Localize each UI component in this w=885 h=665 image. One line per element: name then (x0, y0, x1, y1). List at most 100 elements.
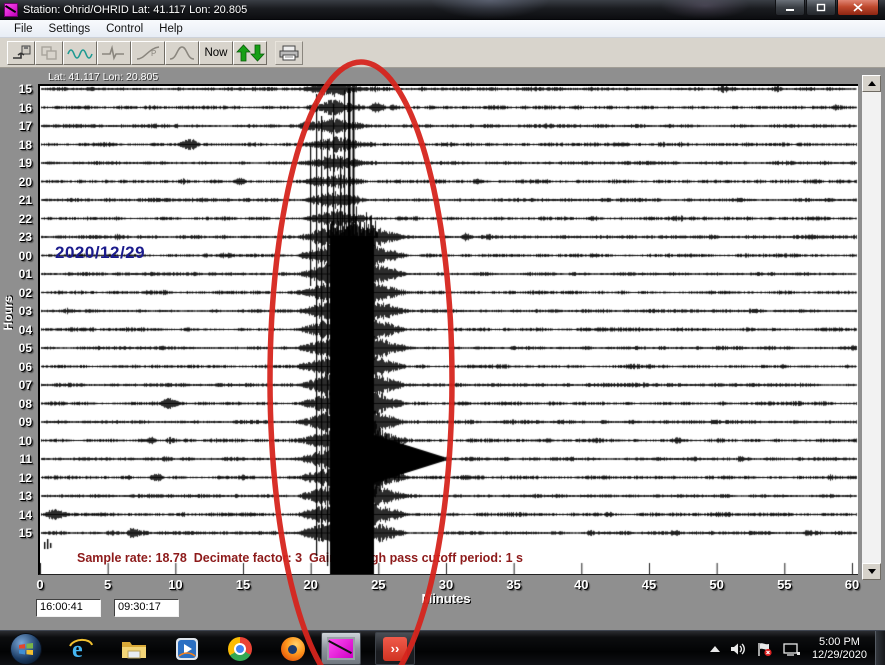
hour-label: 02 (0, 285, 32, 301)
hour-label: 11 (0, 451, 32, 467)
time-field-1[interactable]: 16:00:41 (36, 599, 101, 617)
hour-label: 17 (0, 118, 32, 134)
green-up-arrow-icon (235, 43, 265, 63)
hour-label: 07 (0, 377, 32, 393)
start-button[interactable] (10, 633, 42, 665)
hour-label: 10 (0, 433, 32, 449)
hour-label: 15 (0, 525, 32, 541)
hour-label: 18 (0, 137, 32, 153)
menu-item-file[interactable]: File (6, 22, 41, 36)
firefox-icon (281, 637, 305, 661)
volume-tray-icon[interactable] (729, 641, 747, 657)
hour-label: 20 (0, 174, 32, 190)
flag-alert-icon (756, 641, 773, 657)
helicorder-canvas[interactable] (40, 86, 858, 574)
minute-label: 55 (768, 577, 800, 592)
vertical-scrollbar[interactable] (862, 75, 881, 580)
hour-label: 09 (0, 414, 32, 430)
hour-label: 19 (0, 155, 32, 171)
taskbar-seismograph-app[interactable] (321, 632, 361, 665)
hour-label: 16 (0, 100, 32, 116)
hour-label: 05 (0, 340, 32, 356)
taskbar-recorder-app[interactable]: ›› (375, 632, 415, 665)
toolbar: P Now (0, 38, 885, 68)
minute-label: 5 (92, 577, 124, 592)
minute-label: 35 (498, 577, 530, 592)
minimize-icon (785, 3, 795, 12)
open-record-button[interactable] (7, 41, 35, 65)
taskbar-media-player[interactable] (173, 635, 201, 663)
show-hidden-icons-button[interactable] (710, 646, 720, 652)
screen: Station: Ohrid/OHRID Lat: 41.117 Lon: 20… (0, 0, 885, 665)
minute-label: 50 (701, 577, 733, 592)
speaker-icon (729, 641, 747, 657)
waveform-view-button[interactable] (63, 41, 97, 65)
menu-item-settings[interactable]: Settings (41, 22, 99, 36)
hour-label: 08 (0, 396, 32, 412)
hour-label: 22 (0, 211, 32, 227)
minute-label: 20 (295, 577, 327, 592)
hour-label: 15 (0, 81, 32, 97)
hour-label: 23 (0, 229, 32, 245)
hour-label: 00 (0, 248, 32, 264)
copy-button-disabled[interactable] (35, 41, 63, 65)
close-button[interactable] (837, 0, 879, 16)
scroll-up-down-buttons[interactable] (233, 41, 267, 65)
menubar: File Settings Control Help (0, 20, 885, 38)
gain-curve-icon: P (134, 44, 162, 62)
plot-coordinates-label: Lat: 41.117 Lon: 20.805 (48, 71, 158, 83)
minute-label: 0 (24, 577, 56, 592)
window-titlebar[interactable]: Station: Ohrid/OHRID Lat: 41.117 Lon: 20… (0, 0, 885, 20)
open-record-icon (10, 44, 32, 62)
taskbar-internet-explorer[interactable]: e (67, 635, 95, 663)
trigger-trace-icon (100, 44, 128, 62)
scroll-down-arrow-icon (868, 569, 876, 574)
gain-curve-button[interactable]: P (131, 41, 165, 65)
minute-label: 40 (565, 577, 597, 592)
network-tray-icon[interactable] (782, 641, 801, 657)
app-window-icon (4, 3, 18, 17)
menu-item-control[interactable]: Control (98, 22, 151, 36)
bell-filter-button[interactable] (165, 41, 199, 65)
time-field-2[interactable]: 09:30:17 (114, 599, 179, 617)
hour-label: 13 (0, 488, 32, 504)
seismograph-app-icon (327, 637, 355, 660)
restore-icon (816, 3, 826, 12)
hour-label: 12 (0, 470, 32, 486)
now-button[interactable]: Now (199, 41, 233, 65)
chrome-icon (228, 637, 252, 661)
waveform-icon (66, 44, 94, 62)
show-desktop-button[interactable] (875, 631, 885, 665)
helicorder-panel: Lat: 41.117 Lon: 20.805 Hours 1516171819… (0, 68, 885, 630)
clock-time: 5:00 PM (812, 636, 867, 649)
network-monitor-icon (782, 641, 801, 657)
hour-label: 06 (0, 359, 32, 375)
aero-glass-highlight (430, 0, 550, 19)
internet-explorer-icon: e (68, 636, 94, 662)
minute-label: 45 (633, 577, 665, 592)
minute-label: 15 (227, 577, 259, 592)
system-tray: 5:00 PM 12/29/2020 (710, 631, 885, 665)
menu-item-help[interactable]: Help (151, 22, 191, 36)
hour-label: 03 (0, 303, 32, 319)
plot-area: Sample rate: 18.78 Decimate factor: 3 Ga… (38, 84, 858, 575)
taskbar-chrome[interactable] (226, 635, 254, 663)
scrollbar-down-button[interactable] (862, 563, 881, 580)
print-button[interactable] (275, 41, 303, 65)
media-player-icon (174, 636, 200, 662)
minutes-axis-title: Minutes (406, 591, 486, 606)
scrollbar-up-button[interactable] (862, 75, 881, 92)
taskbar-firefox[interactable] (279, 635, 307, 663)
svg-text:P: P (151, 49, 156, 58)
action-center-tray-icon[interactable] (756, 641, 773, 657)
hour-label: 04 (0, 322, 32, 338)
folder-icon (120, 637, 148, 661)
close-icon (853, 3, 863, 12)
minute-label: 10 (159, 577, 191, 592)
minimize-button[interactable] (775, 0, 805, 16)
taskbar-clock[interactable]: 5:00 PM 12/29/2020 (812, 636, 867, 662)
restore-button[interactable] (806, 0, 836, 16)
taskbar-file-explorer[interactable] (120, 635, 148, 663)
printer-icon (278, 44, 300, 62)
trigger-trace-button[interactable] (97, 41, 131, 65)
